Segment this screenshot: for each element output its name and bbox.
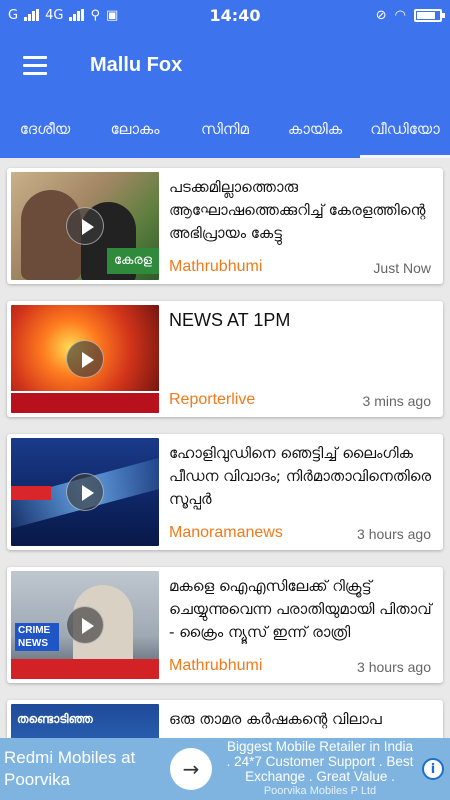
video-thumbnail[interactable]: കേരള: [11, 172, 159, 280]
ad-description[interactable]: Biggest Mobile Retailer in India . 24*7 …: [224, 739, 416, 799]
carrier-label: G: [8, 7, 19, 23]
news-time: 3 mins ago: [362, 393, 431, 409]
video-thumbnail[interactable]: തണ്ടൊടിഞ്ഞ: [11, 704, 159, 738]
status-bar: G 4G ⚲ ▣ 14:40 ⊘ ◠: [0, 0, 450, 30]
ad-body-text: Biggest Mobile Retailer in India . 24*7 …: [226, 739, 414, 784]
news-headline[interactable]: ഹോളിവുഡിനെ ഞെട്ടിച്ച് ലൈംഗിക പീഡന വിവാദം…: [169, 442, 433, 511]
news-headline[interactable]: മകളെ ഐഎസിലേക്ക് റിക്രൂട്ട് ചെയ്യുന്നുവെന…: [169, 575, 433, 644]
news-card[interactable]: ഹോളിവുഡിനെ ഞെട്ടിച്ച് ലൈംഗിക പീഡന വിവാദം…: [7, 434, 443, 550]
news-source: Mathrubhumi: [169, 258, 263, 275]
video-thumbnail[interactable]: [11, 305, 159, 413]
play-icon[interactable]: [66, 606, 104, 644]
notification-icon: ▣: [105, 7, 119, 23]
thumbnail-caption: കേരള: [107, 248, 159, 274]
news-source: Mathrubhumi: [169, 657, 263, 674]
news-card[interactable]: CRIME NEWS മകളെ ഐഎസിലേക്ക് റിക്രൂട്ട് ചെ…: [7, 567, 443, 683]
wifi-icon: ◠: [394, 7, 406, 23]
play-icon[interactable]: [66, 473, 104, 511]
play-icon[interactable]: [66, 340, 104, 378]
status-right: ⊘ ◠: [332, 7, 445, 23]
news-headline[interactable]: പടക്കമില്ലാത്തൊരു ആഘോഷത്തെക്കുറിച്ച് കേര…: [169, 176, 433, 245]
news-card[interactable]: തണ്ടൊടിഞ്ഞ ഒരു താമര കർഷകന്റെ വിലാപ: [7, 700, 443, 738]
news-time: 3 hours ago: [357, 659, 431, 675]
news-feed[interactable]: കേരള പടക്കമില്ലാത്തൊരു ആഘോഷത്തെക്കുറിച്ച…: [0, 158, 450, 738]
news-source: Manoramanews: [169, 524, 283, 541]
tab-world[interactable]: ലോകം: [90, 100, 180, 158]
ad-advertiser: Poorvika Mobiles P Ltd: [263, 785, 377, 797]
video-thumbnail[interactable]: [11, 438, 159, 546]
status-left: G 4G ⚲ ▣: [8, 8, 178, 23]
tab-cinema[interactable]: സിനിമ: [180, 100, 270, 158]
ad-banner[interactable]: Redmi Mobiles at Poorvika → Biggest Mobi…: [0, 738, 450, 800]
tab-national[interactable]: ദേശീയ: [0, 100, 90, 158]
thumbnail-caption: CRIME NEWS: [15, 623, 59, 651]
battery-icon: [414, 8, 445, 22]
tab-sports[interactable]: കായിക: [270, 100, 360, 158]
ad-headline[interactable]: Redmi Mobiles at Poorvika: [0, 747, 170, 791]
tab-video[interactable]: വീഡിയോ: [360, 100, 450, 158]
battery-fill: [417, 11, 435, 19]
video-thumbnail[interactable]: CRIME NEWS: [11, 571, 159, 679]
hamburger-menu-icon[interactable]: [0, 30, 70, 100]
ad-open-button[interactable]: →: [170, 748, 212, 790]
news-source: Reporterlive: [169, 391, 256, 408]
arrow-right-icon: →: [182, 757, 200, 781]
network-label: 4G: [45, 7, 64, 23]
signal-icon: [24, 9, 40, 21]
app-bar: Mallu Fox: [0, 30, 450, 100]
play-icon[interactable]: [66, 207, 104, 245]
mute-icon: ⊘: [375, 7, 387, 23]
news-headline[interactable]: ഒരു താമര കർഷകന്റെ വിലാപ: [169, 708, 433, 731]
app-title: Mallu Fox: [90, 53, 183, 76]
news-time: 3 hours ago: [357, 526, 431, 542]
news-card[interactable]: NEWS AT 1PM Reporterlive 3 mins ago: [7, 301, 443, 417]
usb-icon: ⚲: [90, 7, 100, 23]
info-icon[interactable]: i: [422, 758, 444, 780]
signal-icon-2: [69, 9, 85, 21]
news-card[interactable]: കേരള പടക്കമില്ലാത്തൊരു ആഘോഷത്തെക്കുറിച്ച…: [7, 168, 443, 284]
news-time: Just Now: [373, 260, 431, 276]
category-tabs: ദേശീയ ലോകം സിനിമ കായിക വീഡിയോ: [0, 100, 450, 158]
thumbnail-caption: തണ്ടൊടിഞ്ഞ: [17, 712, 93, 726]
news-headline[interactable]: NEWS AT 1PM: [169, 309, 433, 332]
clock: 14:40: [209, 5, 261, 25]
